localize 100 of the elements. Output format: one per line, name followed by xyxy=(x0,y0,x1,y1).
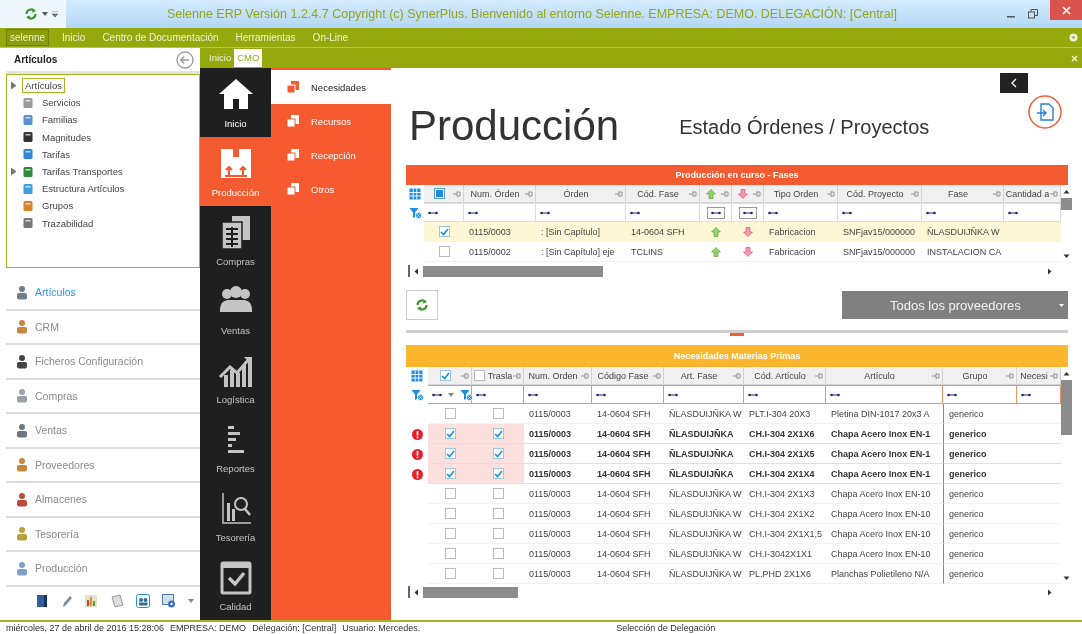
table-cell: ÑLASDUIJÑKA W xyxy=(664,484,744,504)
table-cell: ÑLASDUIJÑKA W xyxy=(664,564,744,584)
column-header[interactable]: Código Fase xyxy=(592,367,664,385)
module-tile[interactable]: Calidad xyxy=(200,551,271,620)
table-cell: Chapa Acero Inox EN-10 xyxy=(826,484,943,504)
table-cell: Chapa Acero Inox EN-10 xyxy=(826,544,943,564)
column-header[interactable]: Cód. Fase xyxy=(626,185,700,203)
submenu-item[interactable]: Necesidades xyxy=(271,70,391,104)
tree-item[interactable]: Artículos xyxy=(22,78,65,94)
status-text: Usuario: Mercedes. xyxy=(342,623,421,633)
column-header[interactable]: Grupo xyxy=(943,367,1017,385)
table-cell: Chapa Acero Inox EN-1 xyxy=(826,464,943,484)
table-cell: 0115/0003 xyxy=(524,504,592,524)
table-cell: 0115/0003 xyxy=(524,424,592,444)
table-cell: PL.PHD 2X1X6 xyxy=(744,564,826,584)
table-cell: CH.I-304 2X1X6 xyxy=(744,424,826,444)
page-title: Producción xyxy=(409,102,620,150)
module-tile[interactable]: Tesorería xyxy=(200,482,271,551)
table-cell: 14-0604 SFH xyxy=(626,222,700,242)
panel-title: Artículos xyxy=(14,54,58,65)
table-cell: 0115/0003 xyxy=(524,444,592,464)
table-cell: CH.I-304 2X1X5 xyxy=(744,444,826,464)
table-cell: 0115/0003 xyxy=(464,222,536,242)
column-header[interactable]: Trasla xyxy=(472,367,524,385)
table-cell: 14-0604 SFH xyxy=(592,524,664,544)
module-tile[interactable]: Compras xyxy=(200,206,271,275)
table-cell: ÑLASDUIJÑKA W xyxy=(664,524,744,544)
table-cell: generico xyxy=(943,504,1017,524)
page-subtitle: Estado Órdenes / Proyectos xyxy=(679,116,930,139)
table-cell: CH.I-304 2X1X3 xyxy=(744,484,826,504)
table-cell: 14-0604 SFH xyxy=(592,424,664,444)
window-title: Selenne ERP Versión 1.2.4.7 Copyright (c) SynerPlus. Bienvenido al entorno Selenne. EMPRESA: DEMO. DELEGACIÓN: [Central] xyxy=(166,7,898,21)
table-cell: Pletina DIN-1017 20x3 A xyxy=(826,404,943,424)
table-cell: generico xyxy=(943,544,1017,564)
table-cell: 14-0604 SFH xyxy=(592,504,664,524)
table-cell: 0115/0003 xyxy=(524,524,592,544)
table-cell: 0115/0002 xyxy=(464,242,536,262)
column-header[interactable]: Art. Fase xyxy=(664,367,744,385)
status-text: EMPRESA: DEMO xyxy=(170,623,247,633)
tree-item[interactable]: Grupos xyxy=(39,198,77,214)
column-header[interactable]: Artículo xyxy=(826,367,943,385)
table-cell: CH.I-304 2X1X4 xyxy=(744,464,826,484)
grid-title-bar: Necesidades Materias Primas xyxy=(406,345,1068,367)
table-cell: 14-0604 SFH xyxy=(592,444,664,464)
table-cell: generico xyxy=(943,404,1017,424)
module-tile[interactable]: Ventas xyxy=(200,275,271,344)
supplier-dropdown[interactable]: Todos los proveedores xyxy=(842,291,1068,319)
module-tile[interactable]: Logística xyxy=(200,344,271,413)
table-cell: generico xyxy=(943,444,1017,464)
status-text: Delegación: [Central] xyxy=(252,623,337,633)
table-cell: Planchas Polietileno N/A xyxy=(826,564,943,584)
table-cell: generico xyxy=(943,484,1017,504)
table-cell: generico xyxy=(943,564,1017,584)
column-header[interactable]: Tipo Orden xyxy=(764,185,838,203)
table-cell: 14-0604 SFH xyxy=(592,564,664,584)
column-header[interactable]: Num. Órden xyxy=(464,185,536,203)
table-cell: Chapa Acero Inox EN-10 xyxy=(826,524,943,544)
column-header[interactable]: Órden xyxy=(536,185,626,203)
table-cell: 14-0604 SFH xyxy=(592,484,664,504)
tree-item[interactable]: Estructura Artículos xyxy=(39,181,128,197)
tree-item[interactable]: Tarifas Transportes xyxy=(39,164,126,180)
grid-title-bar: Producción en curso - Fases xyxy=(406,165,1068,185)
column-header[interactable]: Cantidad a xyxy=(1004,185,1061,203)
table-cell: 0115/0003 xyxy=(524,544,592,564)
tree-item[interactable]: Tarifas xyxy=(39,146,73,162)
table-cell: ÑLASDUIJÑKA W xyxy=(664,404,744,424)
table-cell: generico xyxy=(943,464,1017,484)
tree-item[interactable]: Trazabilidad xyxy=(39,215,97,231)
status-link[interactable]: Selección de Delegación xyxy=(616,623,716,633)
column-header[interactable]: Necesi xyxy=(1017,367,1061,385)
module-tile[interactable]: Reportes xyxy=(200,413,271,482)
table-cell: generico xyxy=(943,524,1017,544)
table-cell: generico xyxy=(943,424,1017,444)
table-cell: : [Sin Capítulo] xyxy=(536,222,626,242)
table-cell: SNFjav15/000000 xyxy=(838,222,922,242)
column-header[interactable]: Cód. Artículo xyxy=(744,367,826,385)
tree-item[interactable]: Familias xyxy=(39,112,81,128)
table-cell: Chapa Acero Inox EN-1 xyxy=(826,424,943,444)
table-cell: INSTALACION CA xyxy=(922,242,1004,262)
table-cell: Chapa Acero Inox EN-1 xyxy=(826,444,943,464)
table-cell: ÑLASDUIJÑKA W xyxy=(664,544,744,564)
table-cell: Chapa Acero Inox EN-10 xyxy=(826,504,943,524)
status-text: miércoles, 27 de abril de 2016 15:28:06 xyxy=(6,623,165,633)
tree-item[interactable]: Magnitudes xyxy=(39,129,95,145)
table-cell: TCLINS xyxy=(626,242,700,262)
table-cell: 0115/0003 xyxy=(524,464,592,484)
column-header[interactable]: Cód. Proyecto xyxy=(838,185,922,203)
tree-item[interactable]: Servicios xyxy=(39,95,84,111)
column-header[interactable]: Num. Orden xyxy=(524,367,592,385)
table-cell: 14-0604 SFH xyxy=(592,464,664,484)
table-cell: 14-0604 SFH xyxy=(592,544,664,564)
table-cell: CH.I-304 2X1X1,5 xyxy=(744,524,826,544)
table-cell: CH.I-304 2X1X2 xyxy=(744,504,826,524)
column-header[interactable]: Fase xyxy=(922,185,1004,203)
table-cell: PLT.I-304 20X3 xyxy=(744,404,826,424)
module-tile[interactable]: Inicio xyxy=(200,68,271,137)
table-cell: ÑLASDUIJÑKA xyxy=(664,464,744,484)
table-cell: ÑLASDUIJÑKA xyxy=(664,424,744,444)
table-cell: 0115/0003 xyxy=(524,404,592,424)
table-cell: 0115/0003 xyxy=(524,484,592,504)
